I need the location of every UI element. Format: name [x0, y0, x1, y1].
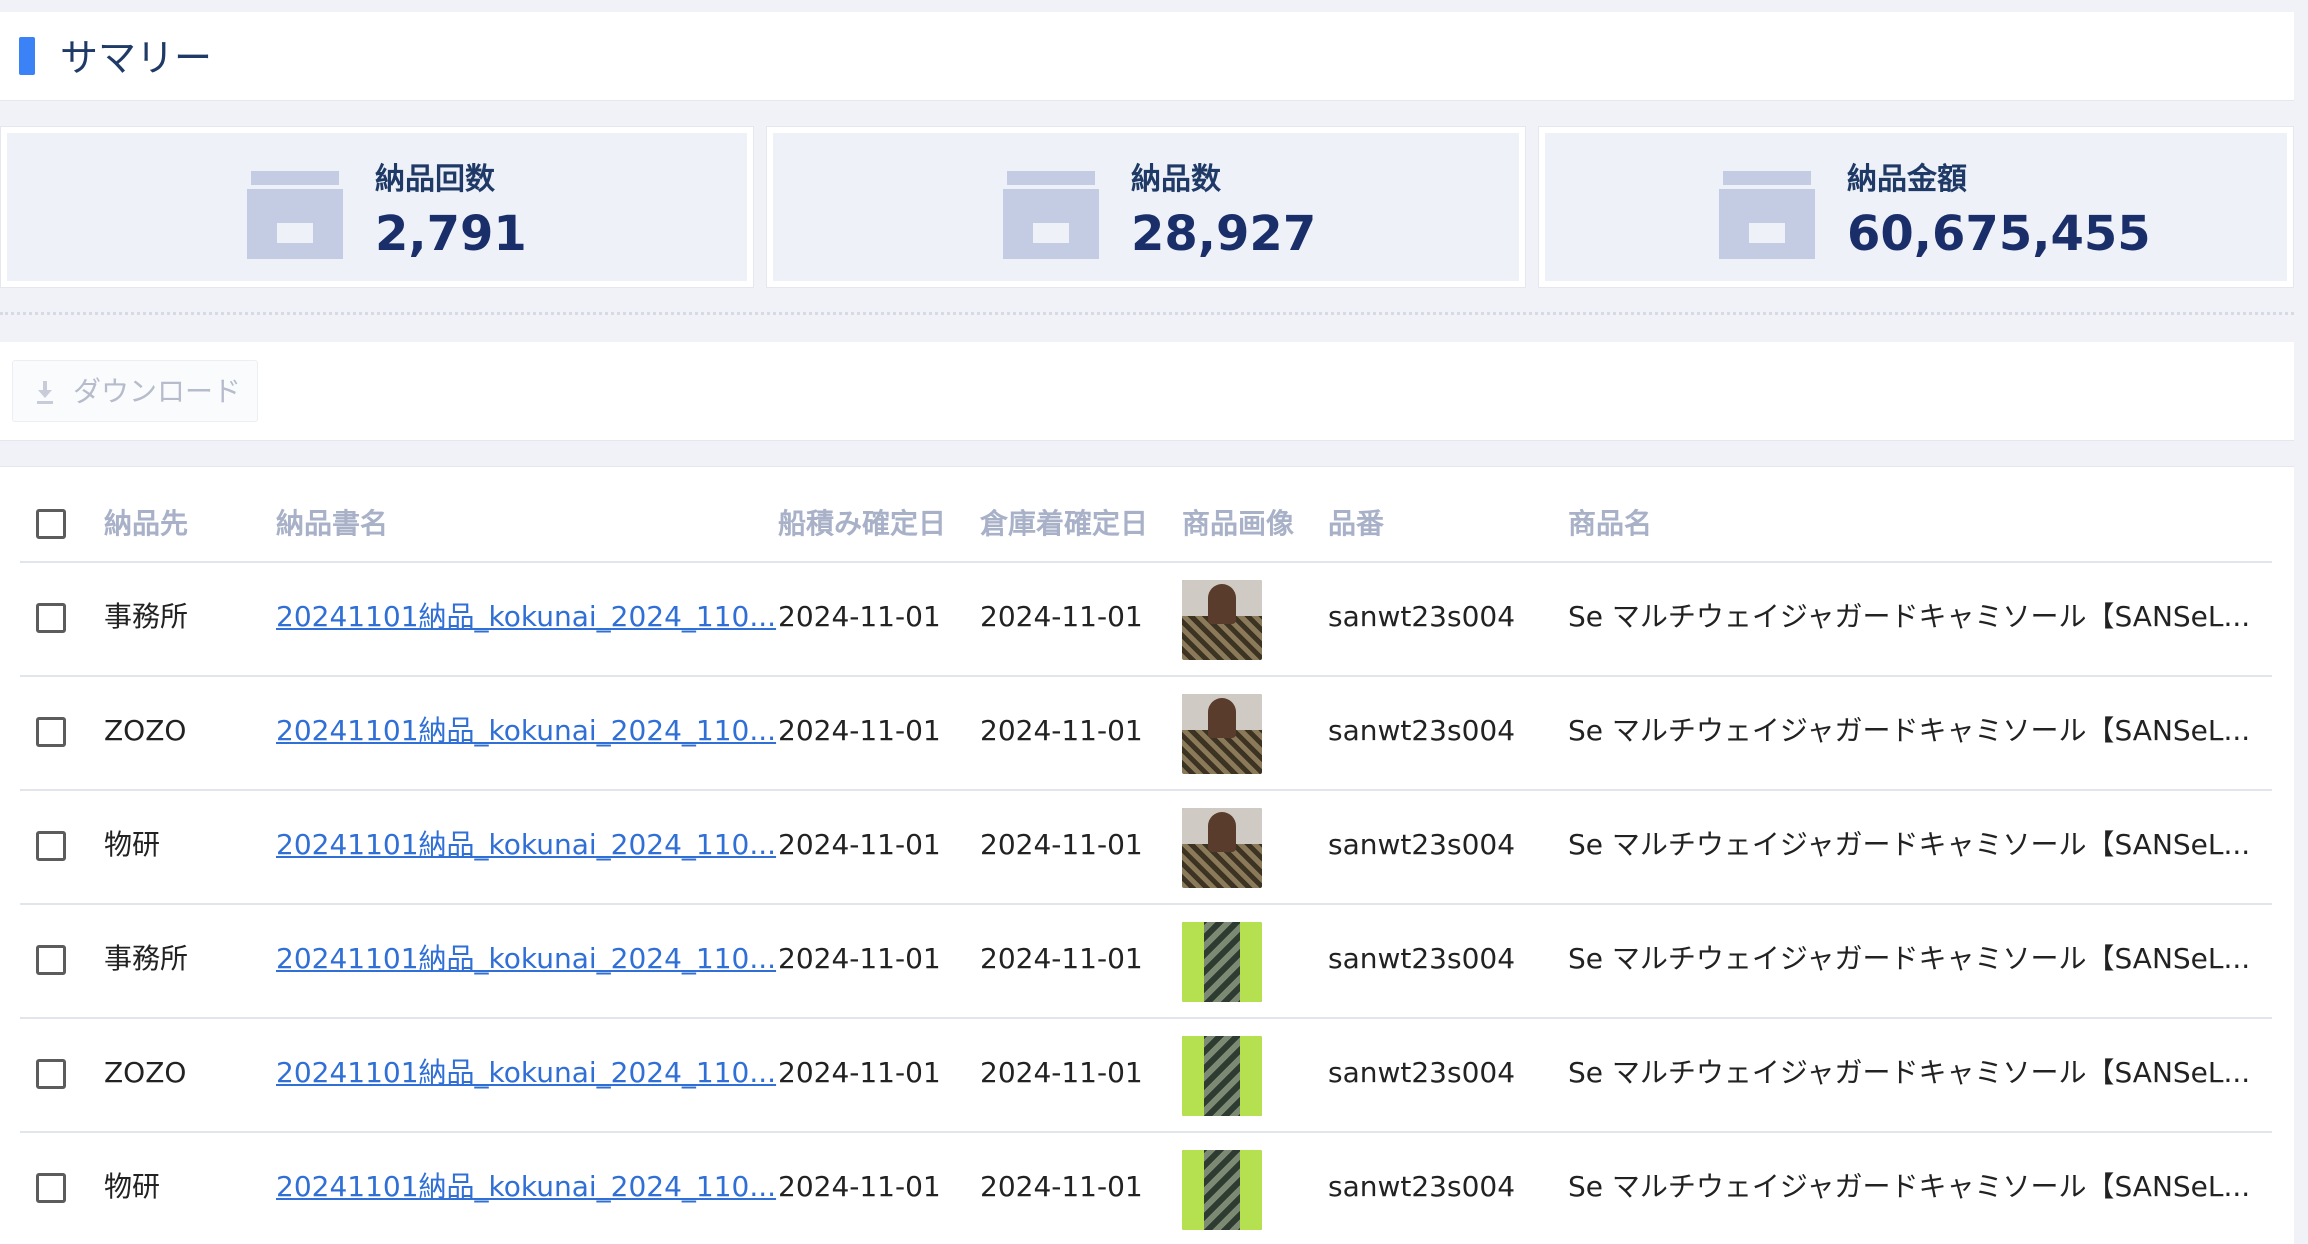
- product-thumbnail[interactable]: [1182, 1150, 1262, 1230]
- cell-product-name: Se マルチウェイジャガードキャミソール【SANSeL...: [1568, 714, 2251, 747]
- product-thumbnail[interactable]: [1182, 1036, 1262, 1116]
- cell-document-link[interactable]: 20241101納品_kokunai_2024_110...: [276, 714, 776, 748]
- cell-ship-date: 2024-11-01: [778, 828, 941, 861]
- header-warehouse-date[interactable]: 倉庫着確定日: [980, 507, 1148, 541]
- cell-product-name: Se マルチウェイジャガードキャミソール【SANSeL...: [1568, 600, 2251, 633]
- stat-card-delivery-quantity: 納品数 28,927: [766, 126, 1526, 288]
- stats-row: 納品回数 2,791 納品数 28,927 納品金額 60,675,455: [0, 126, 2294, 290]
- product-thumbnail[interactable]: [1182, 694, 1262, 774]
- row-checkbox[interactable]: [36, 945, 66, 975]
- cell-ship-date: 2024-11-01: [778, 714, 941, 747]
- cell-sku: sanwt23s004: [1328, 600, 1516, 633]
- product-thumbnail[interactable]: [1182, 580, 1262, 660]
- toolbar: ダウンロード: [0, 342, 2294, 441]
- delivery-table: 納品先 納品書名 船積み確定日 倉庫着確定日 商品画像 品番 商品名 事務所 20…: [0, 466, 2294, 1244]
- stat-card-delivery-count: 納品回数 2,791: [0, 126, 754, 288]
- product-thumbnail[interactable]: [1182, 922, 1262, 1002]
- cell-document-link[interactable]: 20241101納品_kokunai_2024_110...: [276, 942, 776, 976]
- row-divider: [20, 903, 2272, 905]
- cell-sku: sanwt23s004: [1328, 714, 1516, 747]
- stat-label: 納品数: [1131, 162, 1221, 197]
- stat-card-delivery-amount: 納品金額 60,675,455: [1538, 126, 2294, 288]
- stat-value: 28,927: [1131, 206, 1317, 262]
- cell-destination: 事務所: [104, 600, 189, 633]
- stat-value: 60,675,455: [1847, 206, 2151, 262]
- cell-destination: 事務所: [104, 942, 189, 975]
- store-icon: [247, 171, 343, 259]
- download-icon: [37, 381, 53, 404]
- row-checkbox[interactable]: [36, 1173, 66, 1203]
- header-ship-date[interactable]: 船積み確定日: [778, 507, 946, 541]
- cell-document-link[interactable]: 20241101納品_kokunai_2024_110...: [276, 828, 776, 862]
- cell-document-link[interactable]: 20241101納品_kokunai_2024_110...: [276, 1056, 776, 1090]
- store-icon: [1719, 171, 1815, 259]
- select-all-checkbox[interactable]: [36, 509, 66, 539]
- cell-ship-date: 2024-11-01: [778, 942, 941, 975]
- summary-header: サマリー: [0, 12, 2294, 101]
- cell-product-name: Se マルチウェイジャガードキャミソール【SANSeL...: [1568, 1170, 2251, 1203]
- header-divider: [20, 561, 2272, 563]
- header-product[interactable]: 商品名: [1568, 507, 1652, 541]
- header-image[interactable]: 商品画像: [1182, 507, 1294, 541]
- cell-destination: 物研: [104, 828, 161, 861]
- header-document[interactable]: 納品書名: [276, 507, 388, 541]
- divider: [0, 312, 2294, 315]
- row-checkbox[interactable]: [36, 603, 66, 633]
- cell-warehouse-date: 2024-11-01: [980, 1056, 1143, 1089]
- cell-warehouse-date: 2024-11-01: [980, 1170, 1143, 1203]
- download-label: ダウンロード: [73, 375, 242, 408]
- cell-product-name: Se マルチウェイジャガードキャミソール【SANSeL...: [1568, 1056, 2251, 1089]
- cell-destination: ZOZO: [104, 714, 187, 747]
- header-sku[interactable]: 品番: [1328, 507, 1384, 541]
- cell-warehouse-date: 2024-11-01: [980, 942, 1143, 975]
- cell-ship-date: 2024-11-01: [778, 1170, 941, 1203]
- cell-warehouse-date: 2024-11-01: [980, 600, 1143, 633]
- cell-product-name: Se マルチウェイジャガードキャミソール【SANSeL...: [1568, 942, 2251, 975]
- cell-ship-date: 2024-11-01: [778, 1056, 941, 1089]
- cell-sku: sanwt23s004: [1328, 942, 1516, 975]
- row-checkbox[interactable]: [36, 831, 66, 861]
- store-icon: [1003, 171, 1099, 259]
- cell-document-link[interactable]: 20241101納品_kokunai_2024_110...: [276, 1170, 776, 1204]
- cell-ship-date: 2024-11-01: [778, 600, 941, 633]
- header-destination[interactable]: 納品先: [104, 507, 188, 541]
- row-checkbox[interactable]: [36, 1059, 66, 1089]
- stat-label: 納品金額: [1847, 162, 1967, 197]
- row-divider: [20, 675, 2272, 677]
- cell-warehouse-date: 2024-11-01: [980, 714, 1143, 747]
- stat-label: 納品回数: [375, 162, 495, 197]
- cell-product-name: Se マルチウェイジャガードキャミソール【SANSeL...: [1568, 828, 2251, 861]
- page-title: サマリー: [60, 36, 213, 80]
- accent-bar: [19, 37, 35, 75]
- cell-destination: ZOZO: [104, 1056, 187, 1089]
- download-button[interactable]: ダウンロード: [12, 360, 258, 422]
- cell-sku: sanwt23s004: [1328, 1056, 1516, 1089]
- stat-value: 2,791: [375, 206, 527, 262]
- product-thumbnail[interactable]: [1182, 808, 1262, 888]
- row-divider: [20, 789, 2272, 791]
- page: サマリー 納品回数 2,791 納品数 28,927 納品金額 60,675,4…: [0, 0, 2308, 1244]
- cell-warehouse-date: 2024-11-01: [980, 828, 1143, 861]
- cell-document-link[interactable]: 20241101納品_kokunai_2024_110...: [276, 600, 776, 634]
- cell-sku: sanwt23s004: [1328, 1170, 1516, 1203]
- row-divider: [20, 1131, 2272, 1133]
- row-divider: [20, 1017, 2272, 1019]
- cell-destination: 物研: [104, 1170, 161, 1203]
- row-checkbox[interactable]: [36, 717, 66, 747]
- cell-sku: sanwt23s004: [1328, 828, 1516, 861]
